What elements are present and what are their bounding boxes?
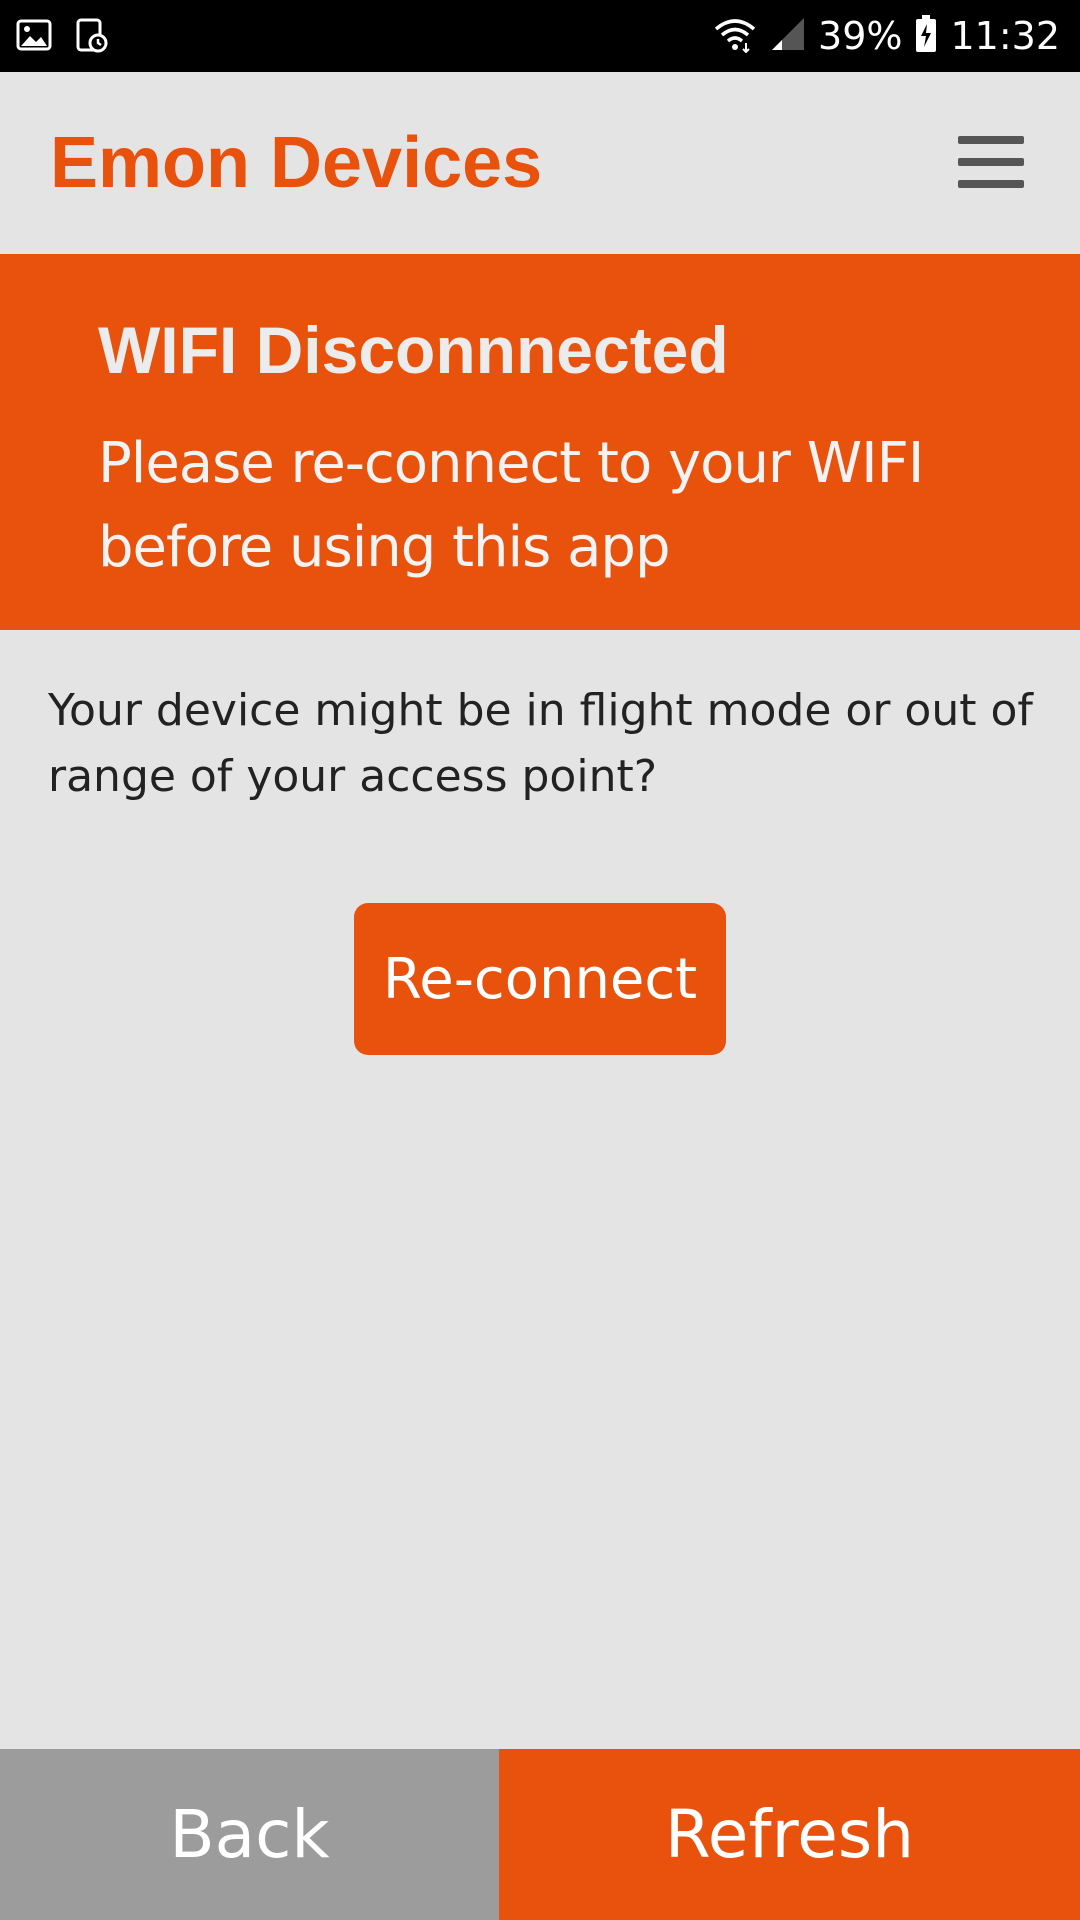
battery-icon — [914, 14, 938, 59]
info-text: Your device might be in flight mode or o… — [48, 685, 1033, 802]
banner-title: WIFI Disconnnected — [98, 313, 729, 387]
refresh-button[interactable]: Refresh — [499, 1749, 1080, 1920]
gallery-icon — [16, 18, 52, 59]
battery-percent: 39% — [818, 14, 903, 58]
app-header: Emon Devices — [0, 72, 1080, 254]
status-bar-left — [16, 18, 110, 59]
banner-message: Please re-connect to your WIFI before us… — [98, 431, 924, 580]
signal-icon — [770, 16, 806, 57]
hamburger-menu-icon[interactable] — [958, 132, 1024, 192]
back-button[interactable]: Back — [0, 1749, 499, 1920]
reconnect-button[interactable]: Re-connect — [354, 903, 726, 1055]
status-bar-right: 39% 11:32 — [712, 0, 1060, 72]
menu-bar-top — [958, 136, 1024, 144]
wifi-icon — [712, 15, 758, 58]
screenshot-icon — [74, 18, 110, 59]
bottom-bar: Back Refresh — [0, 1749, 1080, 1920]
page-title: Emon Devices — [50, 123, 543, 203]
menu-bar-bottom — [958, 180, 1024, 188]
menu-bar-middle — [958, 158, 1024, 166]
clock: 11:32 — [950, 14, 1060, 58]
status-bar: 39% 11:32 — [0, 0, 1080, 72]
wifi-disconnected-banner: WIFI Disconnnected Please re-connect to … — [0, 254, 1080, 630]
